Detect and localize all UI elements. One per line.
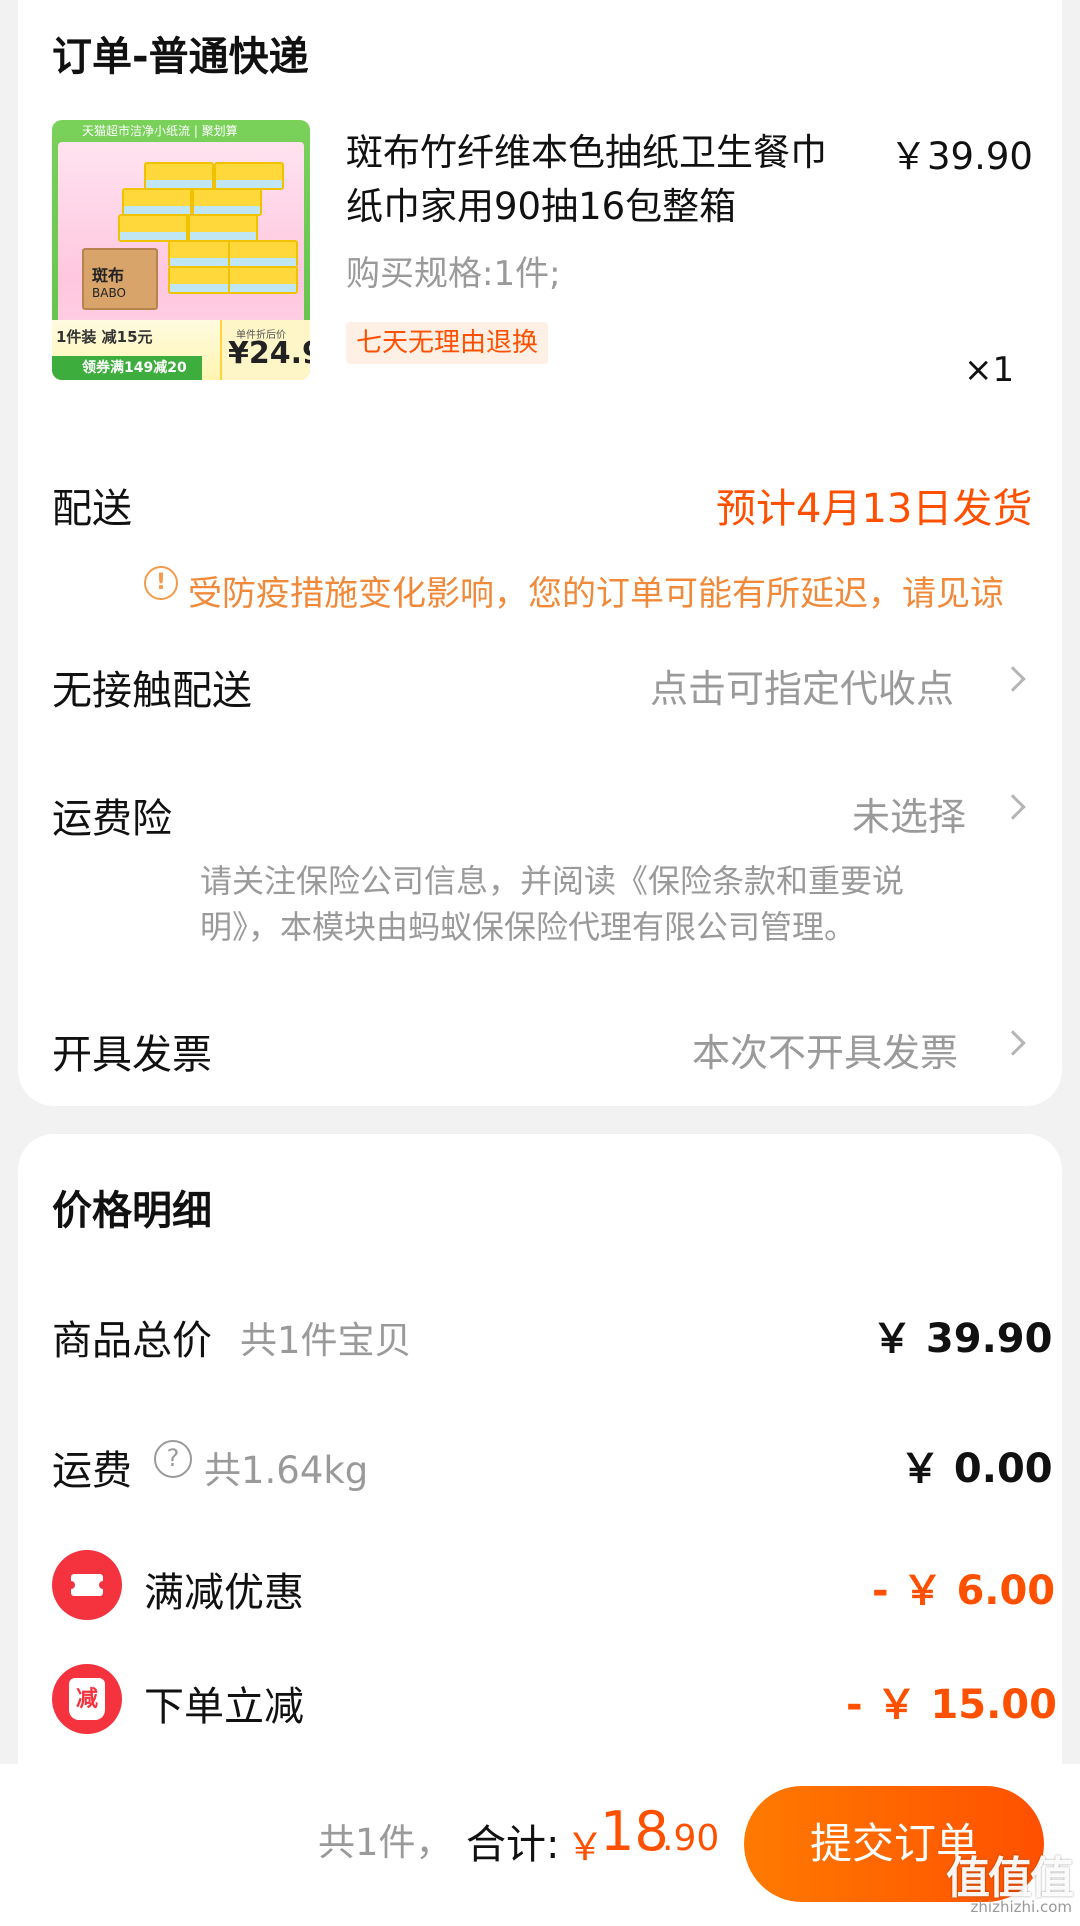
shipping-insurance-value[interactable]: 未选择: [852, 786, 966, 841]
insurance-desc-line1: 请关注保险公司信息，并阅读《保险条款和重要说: [200, 862, 905, 900]
product-image-banner: 天猫超市洁净小纸流 | 聚划算: [82, 124, 238, 138]
freight-weight: 共1.64kg: [204, 1449, 369, 1492]
delivery-label: 配送: [52, 486, 132, 532]
tissue-box: [144, 162, 214, 190]
invoice-label: 开具发票: [52, 1032, 212, 1078]
checkout-bar: 共1件， 合计: ￥ 18 .90 提交订单 值值值 zhizhizhi.com: [0, 1764, 1080, 1926]
ticket-glyph: [67, 1574, 107, 1596]
product-title-line1[interactable]: 斑布竹纤维本色抽纸卫生餐巾: [346, 122, 827, 176]
goods-total-label: 商品总价: [52, 1318, 212, 1364]
discount-icon-glyph: 减: [69, 1678, 105, 1720]
help-icon[interactable]: ?: [154, 1440, 192, 1478]
freight-value: ￥ 0.00: [900, 1446, 1053, 1492]
total-currency: ￥: [566, 1825, 605, 1869]
tissue-box: [228, 240, 298, 268]
product-price: ￥39.90: [890, 135, 1033, 178]
discount-icon: 减: [52, 1664, 122, 1734]
goods-total-value: ￥ 39.90: [872, 1316, 1053, 1362]
watermark-logo: 值值值: [946, 1853, 1074, 1904]
full-reduction-label: 满减优惠: [144, 1570, 304, 1616]
promo-price-value: ¥24.9: [228, 336, 310, 371]
product-image[interactable]: 天猫超市洁净小纸流 | 聚划算 斑布 BABO 1件装 减15元 领券满149减…: [52, 120, 310, 380]
return-policy-tag: 七天无理由退换: [346, 322, 549, 364]
tissue-box: [192, 188, 262, 216]
product-title-line2[interactable]: 纸巾家用90抽16包整箱: [346, 176, 736, 230]
total-integer: 18: [600, 1800, 669, 1863]
shipping-insurance-label: 运费险: [52, 796, 172, 842]
brand-logo: 斑布: [92, 266, 125, 285]
tissue-box: [122, 188, 192, 216]
insurance-desc-line2: 明》，本模块由蚂蚁保保险代理有限公司管理。: [200, 908, 857, 946]
brand-logo-en: BABO: [92, 286, 126, 300]
product-promo-strip: 1件装 减15元 领券满149减20 单件折后价 ¥24.9: [52, 320, 310, 380]
product-spec: 购买规格:1件;: [346, 254, 561, 294]
warning-icon: !: [144, 566, 178, 600]
tissue-box: [188, 214, 258, 242]
contactless-label: 无接触配送: [52, 668, 252, 714]
promo-line: 1件装 减15元: [56, 328, 153, 346]
total-decimal: .90: [662, 1818, 720, 1859]
watermark: 值值值 zhizhizhi.com: [930, 1842, 1080, 1926]
watermark-url: zhizhizhi.com: [970, 1898, 1072, 1916]
invoice-value[interactable]: 本次不开具发票: [692, 1022, 958, 1077]
item-count: 共1件，: [318, 1821, 453, 1864]
delivery-estimate: 预计4月13日发货: [716, 486, 1033, 532]
price-detail-title: 价格明细: [52, 1188, 212, 1234]
tissue-box: [214, 162, 284, 190]
product-quantity: ×1: [964, 350, 1015, 390]
tissue-box: [228, 266, 298, 294]
order-discount-label: 下单立减: [144, 1684, 304, 1730]
full-reduction-value: - ￥ 6.00: [872, 1568, 1056, 1614]
contactless-value[interactable]: 点击可指定代收点: [650, 658, 954, 713]
goods-total-count: 共1件宝贝: [240, 1319, 412, 1362]
delivery-notice: 受防疫措施变化影响，您的订单可能有所延迟，请见谅: [188, 574, 1004, 614]
total-label: 合计:: [466, 1822, 560, 1868]
promo-coupon: 领券满149减20: [52, 356, 202, 380]
coupon-icon: [52, 1550, 122, 1620]
freight-label: 运费: [52, 1448, 132, 1494]
order-section-title: 订单-普通快递: [52, 34, 309, 80]
promo-price-box: 单件折后价 ¥24.9: [220, 320, 310, 380]
brand-box: 斑布 BABO: [82, 248, 158, 310]
order-discount-value: - ￥ 15.00: [846, 1682, 1057, 1728]
tissue-box: [118, 214, 188, 242]
